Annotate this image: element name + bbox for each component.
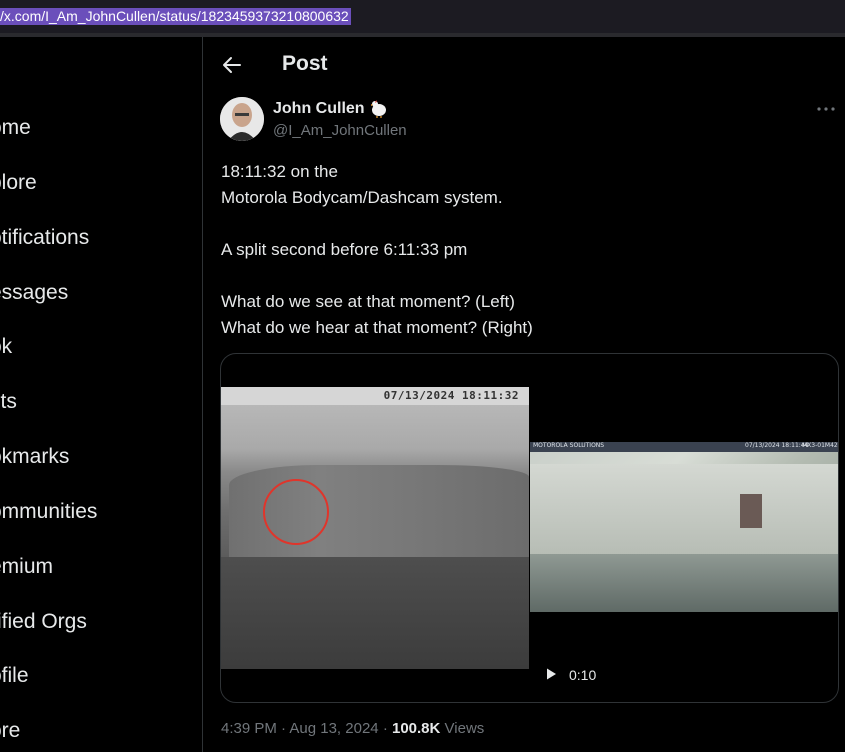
dashcam-brand: MOTOROLA SOLUTIONS (533, 442, 605, 449)
highlight-circle (263, 479, 329, 545)
sidebar-item-profile[interactable]: ofile (0, 664, 29, 688)
post-line: What do we hear at that moment? (Right) (221, 318, 533, 337)
meta-separator: · (382, 720, 388, 737)
dashcam-frame: MOTOROLA SOLUTIONS 07/13/2024 18:11:44 M… (530, 442, 838, 612)
sidebar-item-premium[interactable]: emium (0, 555, 53, 579)
bodycam-frame: 07/13/2024 18:11:32 (221, 387, 529, 669)
video-duration: 0:10 (569, 667, 597, 683)
sidebar-item-messages[interactable]: essages (0, 281, 68, 305)
frame-ground (221, 557, 529, 669)
dashcam-header-bar: MOTOROLA SOLUTIONS 07/13/2024 18:11:44 M… (530, 442, 838, 452)
post-line-gap (221, 263, 821, 289)
post-column: Post John Cullen @I_Am_JohnCullen 18:11:… (203, 37, 845, 752)
author-name[interactable]: John Cullen (273, 100, 365, 118)
video-player[interactable]: 07/13/2024 18:11:32 MOTOROLA SOLUTIONS 0… (220, 353, 839, 703)
frame-door (740, 494, 762, 528)
sidebar-item-verified-orgs[interactable]: rified Orgs (0, 610, 87, 634)
sidebar-item-more[interactable]: ore (0, 719, 20, 743)
rooster-icon (371, 100, 386, 118)
sidebar-item-communities[interactable]: ommunities (0, 500, 97, 524)
post-line: Motorola Bodycam/Dashcam system. (221, 188, 503, 207)
sidebar-item-lists[interactable]: sts (0, 390, 17, 414)
sidebar-item-notifications[interactable]: otifications (0, 226, 89, 250)
sidebar-item-explore[interactable]: plore (0, 171, 37, 195)
dashcam-timestamp: 07/13/2024 18:11:44 (745, 442, 809, 449)
play-icon[interactable] (544, 667, 558, 681)
views-label: Views (444, 720, 485, 737)
post-line: 18:11:32 on the (221, 162, 338, 181)
browser-url-bar[interactable]: /x.com/I_Am_JohnCullen/status/1823459373… (0, 0, 845, 37)
frame-ground (530, 554, 838, 612)
bodycam-timestamp: 07/13/2024 18:11:32 (383, 389, 519, 402)
views-count: 100.8K (391, 720, 441, 737)
post-time[interactable]: 4:39 PM (221, 720, 277, 737)
avatar[interactable] (220, 97, 264, 141)
arrow-left-icon[interactable] (220, 53, 244, 77)
dashcam-id: MX3-01M42 (802, 442, 838, 449)
sidebar-item-home[interactable]: ome (0, 116, 31, 140)
frame-building (530, 464, 838, 554)
post-line: What do we see at that moment? (Left) (221, 292, 515, 311)
post-date[interactable]: Aug 13, 2024 (289, 720, 378, 737)
bodycam-timestamp-bar: 07/13/2024 18:11:32 (221, 387, 529, 405)
more-horizontal-icon[interactable] (815, 103, 837, 115)
author-handle[interactable]: @I_Am_JohnCullen (273, 122, 407, 139)
post-line-gap (221, 211, 821, 237)
post-meta: 4:39 PM · Aug 13, 2024 · 100.8K Views (221, 720, 484, 737)
meta-separator: · (281, 720, 287, 737)
post-text: 18:11:32 on the Motorola Bodycam/Dashcam… (221, 159, 821, 341)
url-text[interactable]: /x.com/I_Am_JohnCullen/status/1823459373… (0, 8, 351, 25)
sidebar-item-bookmarks[interactable]: okmarks (0, 445, 69, 469)
sidebar-nav: ome plore otifications essages ok sts ok… (0, 37, 203, 752)
sidebar-item-grok[interactable]: ok (0, 335, 12, 359)
page-title: Post (282, 52, 328, 75)
post-line: A split second before 6:11:33 pm (221, 240, 468, 259)
